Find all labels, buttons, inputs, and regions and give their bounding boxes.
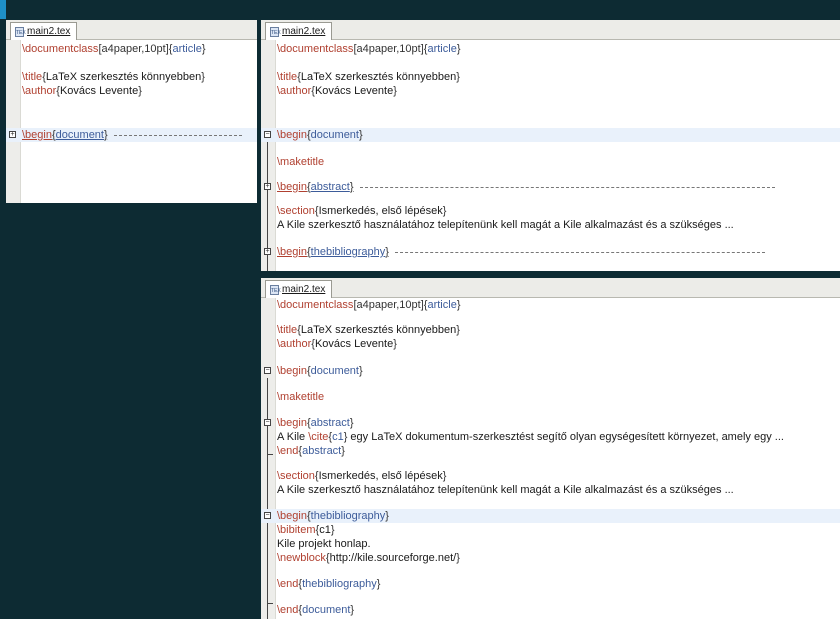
tab-main2-tex[interactable]: TEX main2.tex — [265, 22, 333, 40]
tex-file-icon: TEX — [15, 26, 26, 37]
tab-bar: TEX main2.tex — [6, 20, 257, 40]
editor-pane-expanded: TEX main2.tex \documentclass[a4paper,10p… — [261, 278, 840, 619]
code-line-begin-abstract-folded: + \begin{abstract} — [261, 180, 840, 194]
code-line-bibitem: \bibitem{c1} — [277, 524, 335, 536]
code-line-maketitle: \maketitle — [277, 156, 325, 168]
code-line-begin-bibliography: − \begin{thebibliography} — [261, 509, 840, 523]
code-line-begin-bibliography-folded: + \begin{thebibliography} — [261, 245, 840, 259]
code-line-author: \author{Kovács Levente} — [277, 338, 397, 350]
fold-expand-icon[interactable]: + — [264, 248, 271, 255]
code-line-bib-text: Kile projekt honlap. — [277, 538, 371, 550]
window-corner-accent — [0, 0, 6, 19]
code-line-begin-abstract: − \begin{abstract} — [264, 417, 354, 429]
code-line-title: \title{LaTeX szerkesztés könnyebben} — [22, 71, 205, 83]
code-line-end-abstract: \end{abstract} — [277, 445, 345, 457]
code-line-section-text: A Kile szerkesztő használatához telepíte… — [277, 219, 734, 231]
code-line-end-bibliography: \end{thebibliography} — [277, 578, 381, 590]
code-line-documentclass: \documentclass[a4paper,10pt]{article} — [277, 299, 461, 311]
code-line-begin-document: − \begin{document} — [264, 365, 363, 377]
fold-expand-icon[interactable]: + — [9, 131, 16, 138]
code-line-author: \author{Kovács Levente} — [277, 85, 397, 97]
code-editor[interactable]: \documentclass[a4paper,10pt]{article} \t… — [261, 40, 840, 271]
editor-pane-partly-folded: TEX main2.tex \documentclass[a4paper,10p… — [261, 20, 840, 271]
fold-collapse-icon[interactable]: − — [264, 367, 271, 374]
code-line-begin-document-folded: + \begin{document} — [6, 128, 257, 142]
code-line-author: \author{Kovács Levente} — [22, 85, 142, 97]
tex-file-icon: TEX — [270, 284, 281, 295]
code-line-section: \section{Ismerkedés, első lépések} — [277, 205, 447, 217]
code-line-title: \title{LaTeX szerkesztés könnyebben} — [277, 324, 460, 336]
folded-block-marker — [113, 134, 242, 136]
code-editor[interactable]: \documentclass[a4paper,10pt]{article} \t… — [6, 40, 257, 203]
code-line-begin-document: − \begin{document} — [261, 128, 840, 142]
tab-bar: TEX main2.tex — [261, 278, 840, 298]
code-line-section: \section{Ismerkedés, első lépések} — [277, 470, 447, 482]
fold-gutter — [6, 40, 21, 203]
code-line-section-text: A Kile szerkesztő használatához telepíte… — [277, 484, 734, 496]
code-line-newblock: \newblock{http://kile.sourceforge.net/} — [277, 552, 460, 564]
fold-collapse-icon[interactable]: − — [264, 419, 271, 426]
code-line-abstract-text: A Kile \cite{c1} egy LaTeX dokumentum-sz… — [277, 431, 784, 443]
code-line-documentclass: \documentclass[a4paper,10pt]{article} — [22, 43, 206, 55]
tex-file-icon: TEX — [270, 26, 281, 37]
code-line-maketitle: \maketitle — [277, 391, 325, 403]
tab-label: main2.tex — [282, 26, 326, 37]
fold-expand-icon[interactable]: + — [264, 183, 271, 190]
code-line-end-document: \end{document} — [277, 604, 355, 616]
tab-main2-tex[interactable]: TEX main2.tex — [265, 280, 333, 298]
folded-block-marker — [394, 251, 765, 253]
tab-label: main2.tex — [27, 26, 71, 37]
fold-collapse-icon[interactable]: − — [264, 131, 271, 138]
code-line-documentclass: \documentclass[a4paper,10pt]{article} — [277, 43, 461, 55]
editor-pane-folded-document: TEX main2.tex \documentclass[a4paper,10p… — [6, 20, 257, 203]
window-top-bar — [0, 0, 840, 20]
folded-block-marker — [359, 186, 775, 188]
code-editor[interactable]: \documentclass[a4paper,10pt]{article} \t… — [261, 298, 840, 619]
tab-main2-tex[interactable]: TEX main2.tex — [10, 22, 78, 40]
tab-bar: TEX main2.tex — [261, 20, 840, 40]
fold-collapse-icon[interactable]: − — [264, 512, 271, 519]
tab-label: main2.tex — [282, 284, 326, 295]
code-line-title: \title{LaTeX szerkesztés könnyebben} — [277, 71, 460, 83]
